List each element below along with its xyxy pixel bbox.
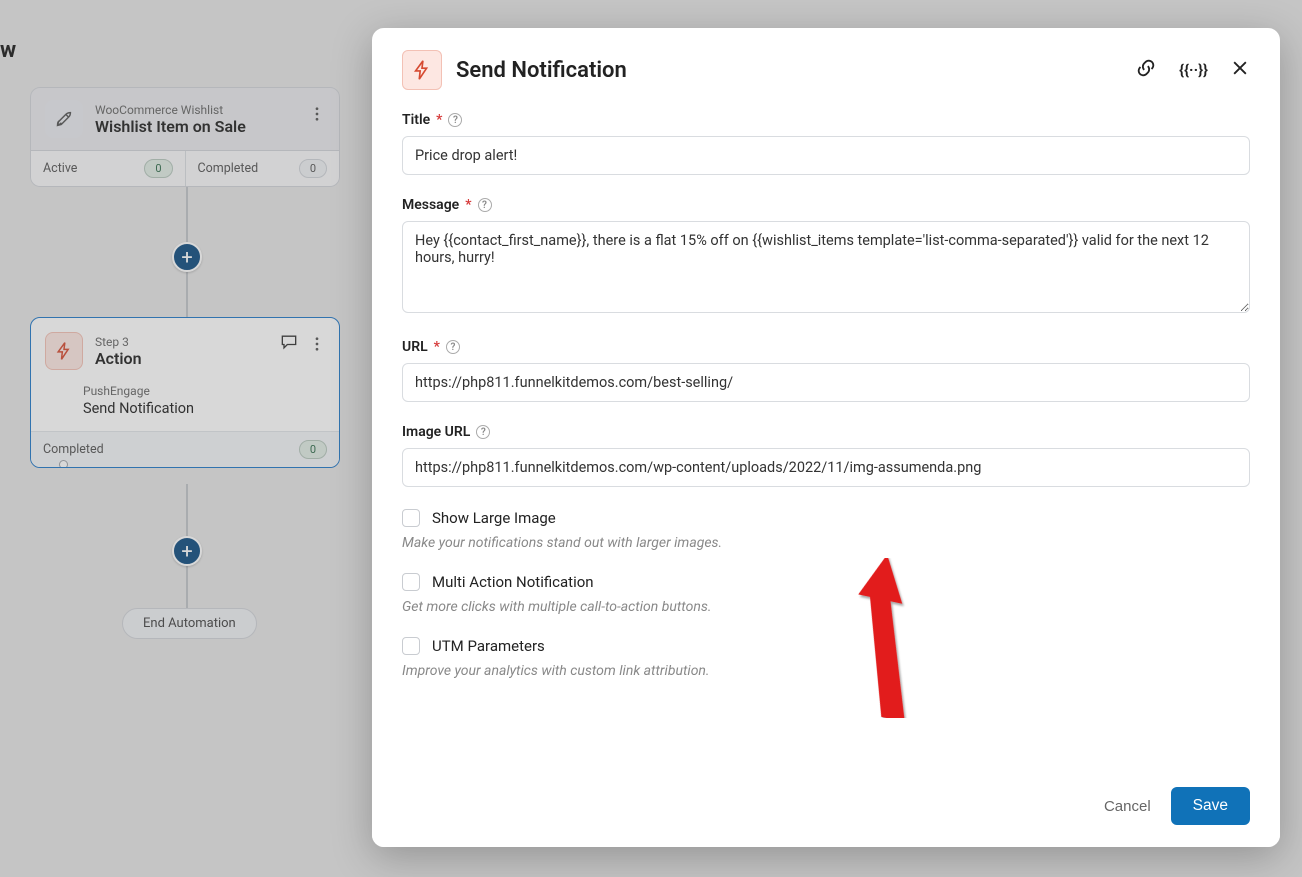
- merge-tags-icon[interactable]: {{··}}: [1179, 61, 1208, 79]
- required-marker: *: [434, 339, 440, 355]
- cancel-button[interactable]: Cancel: [1104, 798, 1151, 815]
- large-image-desc: Make your notifications stand out with l…: [402, 535, 1250, 551]
- modal-body: Title * ? Message * ? URL * ? Im: [372, 98, 1280, 769]
- title-label: Title: [402, 112, 430, 128]
- send-notification-modal: Send Notification {{··}} Title * ? Messa…: [372, 28, 1280, 847]
- title-input[interactable]: [402, 136, 1250, 175]
- help-icon[interactable]: ?: [476, 425, 490, 439]
- image-url-label: Image URL: [402, 424, 470, 440]
- help-icon[interactable]: ?: [478, 198, 492, 212]
- bolt-icon: [402, 50, 442, 90]
- modal-header: Send Notification {{··}}: [372, 28, 1280, 98]
- required-marker: *: [436, 112, 442, 128]
- large-image-label: Show Large Image: [432, 509, 556, 527]
- save-button[interactable]: Save: [1171, 787, 1250, 825]
- required-marker: *: [465, 197, 471, 213]
- message-label: Message: [402, 197, 459, 213]
- modal-title: Send Notification: [456, 58, 627, 83]
- large-image-checkbox[interactable]: [402, 509, 420, 527]
- modal-footer: Cancel Save: [372, 769, 1280, 847]
- utm-checkbox[interactable]: [402, 637, 420, 655]
- url-label: URL: [402, 339, 428, 355]
- help-icon[interactable]: ?: [448, 113, 462, 127]
- message-textarea[interactable]: [402, 221, 1250, 313]
- utm-desc: Improve your analytics with custom link …: [402, 663, 1250, 679]
- multi-action-label: Multi Action Notification: [432, 573, 594, 591]
- image-url-input[interactable]: [402, 448, 1250, 487]
- utm-label: UTM Parameters: [432, 637, 545, 655]
- help-icon[interactable]: ?: [446, 340, 460, 354]
- close-icon[interactable]: [1230, 58, 1250, 82]
- multi-action-desc: Get more clicks with multiple call-to-ac…: [402, 599, 1250, 615]
- url-input[interactable]: [402, 363, 1250, 402]
- multi-action-checkbox[interactable]: [402, 573, 420, 591]
- link-icon[interactable]: [1135, 57, 1157, 83]
